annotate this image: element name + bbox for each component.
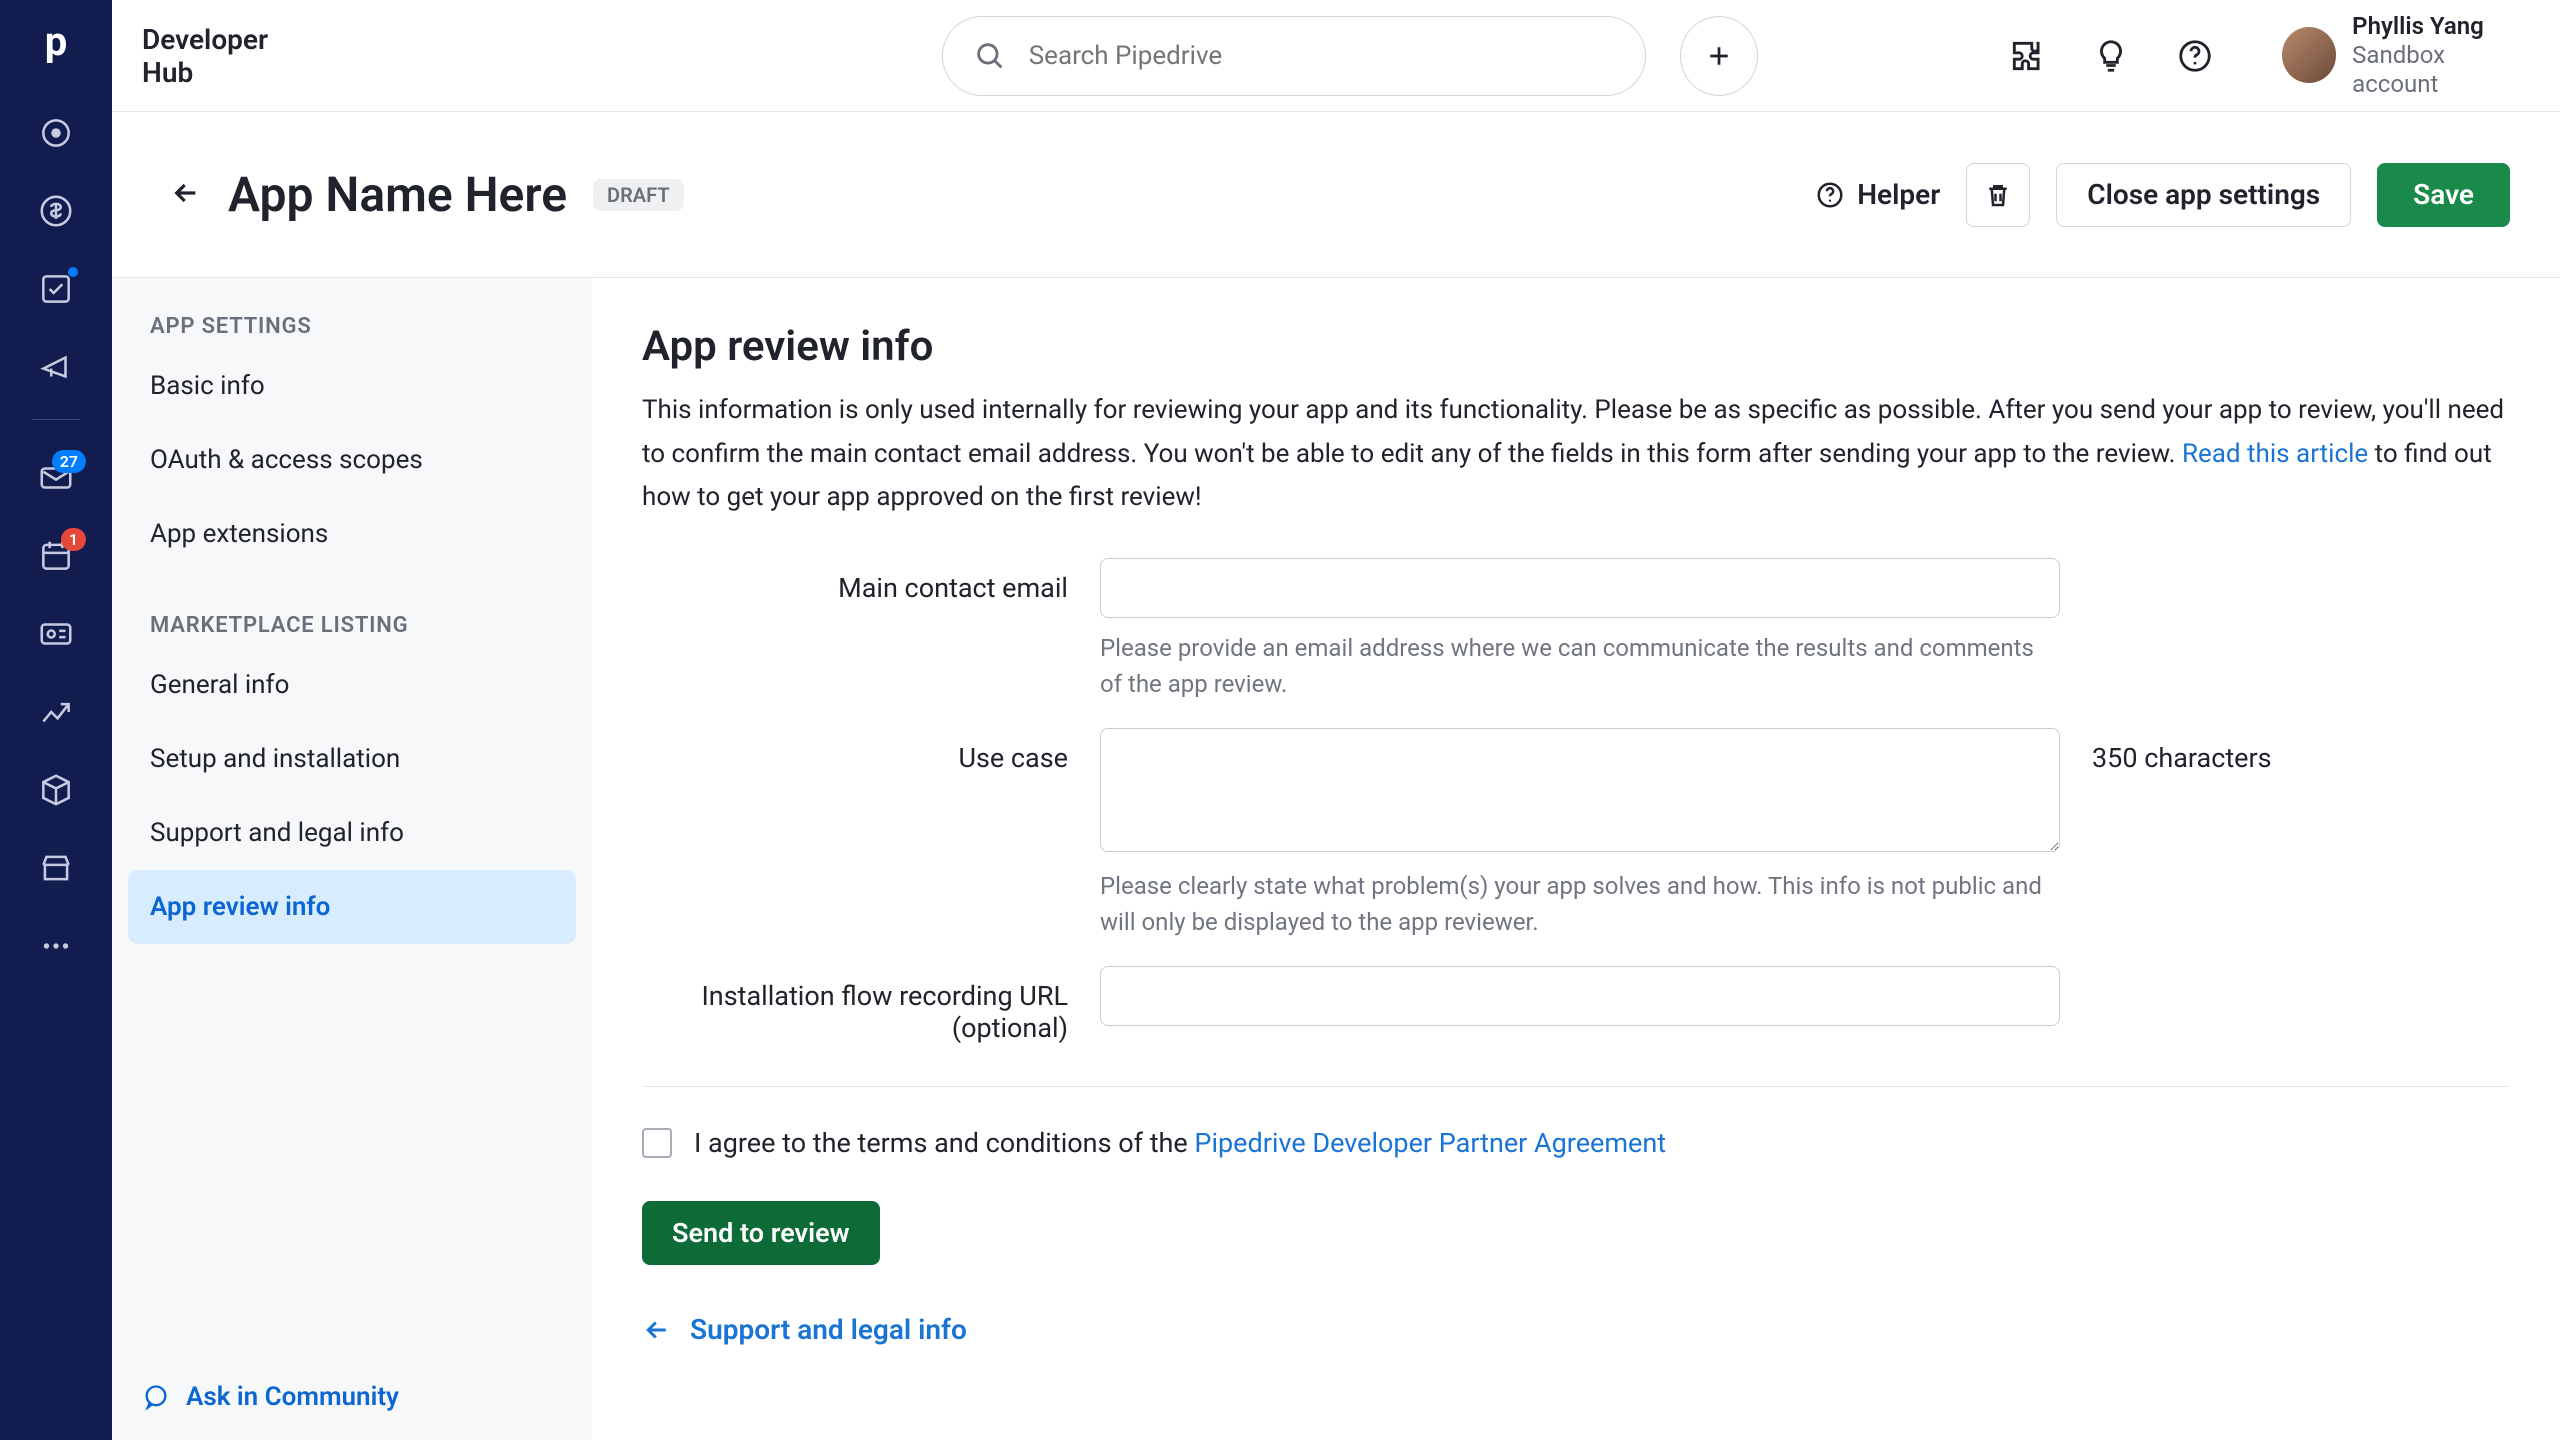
nav-contacts-icon[interactable] xyxy=(36,614,76,654)
user-name: Phyllis Yang xyxy=(2352,12,2532,41)
mail-badge: 27 xyxy=(52,450,86,473)
helper-button[interactable]: Helper xyxy=(1815,178,1940,211)
topbar: Developer Hub Phyllis Yang Sandbox accou… xyxy=(112,0,2560,112)
install-url-input[interactable] xyxy=(1100,966,2060,1026)
ask-community-label: Ask in Community xyxy=(186,1382,399,1412)
nav-campaigns-icon[interactable] xyxy=(36,347,76,387)
nav-mail-icon[interactable]: 27 xyxy=(36,458,76,498)
helper-label: Helper xyxy=(1857,178,1940,211)
nav-deals-icon[interactable] xyxy=(36,191,76,231)
app-title: App Name Here xyxy=(228,166,567,223)
avatar xyxy=(2282,27,2336,83)
sidebar-section-app-settings: APP SETTINGS xyxy=(128,314,576,349)
nav-insights-icon[interactable] xyxy=(36,692,76,732)
sidebar-item-extensions[interactable]: App extensions xyxy=(128,497,576,571)
puzzle-icon[interactable] xyxy=(2008,37,2046,75)
prev-step-link[interactable]: Support and legal info xyxy=(642,1313,2510,1346)
search-icon xyxy=(973,39,1007,73)
bulb-icon[interactable] xyxy=(2092,37,2130,75)
trash-icon xyxy=(1983,180,2013,210)
sidebar-section-marketplace: MARKETPLACE LISTING xyxy=(128,613,576,648)
vertical-nav: p 27 1 xyxy=(0,0,112,1440)
search-box[interactable] xyxy=(942,16,1646,96)
install-url-label: Installation flow recording URL (optiona… xyxy=(642,966,1068,1044)
content-area: App review info This information is only… xyxy=(592,278,2560,1440)
help-icon[interactable] xyxy=(2176,37,2214,75)
usecase-textarea[interactable] xyxy=(1100,728,2060,852)
sidebar-item-app-review[interactable]: App review info xyxy=(128,870,576,944)
nav-more-icon[interactable] xyxy=(36,926,76,966)
search-input[interactable] xyxy=(1029,41,1615,71)
page-description: This information is only used internally… xyxy=(642,389,2510,520)
sidebar-item-basic-info[interactable]: Basic info xyxy=(128,349,576,423)
page-header: App Name Here DRAFT Helper Close app set… xyxy=(112,112,2560,278)
sidebar-item-support-legal[interactable]: Support and legal info xyxy=(128,796,576,870)
terms-row: I agree to the terms and conditions of t… xyxy=(642,1127,2510,1159)
prev-step-label: Support and legal info xyxy=(690,1313,967,1346)
user-menu[interactable]: Phyllis Yang Sandbox account xyxy=(2258,12,2532,98)
nav-marketplace-icon[interactable] xyxy=(36,848,76,888)
read-article-link[interactable]: Read this article xyxy=(2182,439,2368,469)
page-title: App review info xyxy=(642,322,2510,371)
main-region: Developer Hub Phyllis Yang Sandbox accou… xyxy=(112,0,2560,1440)
delete-button[interactable] xyxy=(1966,163,2030,227)
email-help: Please provide an email address where we… xyxy=(1100,630,2060,702)
usecase-counter: 350 characters xyxy=(2092,728,2272,774)
nav-projects-icon[interactable] xyxy=(36,269,76,309)
notification-dot-icon xyxy=(68,267,78,277)
sidebar-item-general-info[interactable]: General info xyxy=(128,648,576,722)
usecase-help: Please clearly state what problem(s) you… xyxy=(1100,868,2060,940)
hub-title: Developer Hub xyxy=(142,23,322,89)
arrow-left-icon xyxy=(642,1315,672,1345)
add-button[interactable] xyxy=(1680,16,1758,96)
calendar-badge: 1 xyxy=(61,528,86,551)
user-role: Sandbox account xyxy=(2352,41,2532,99)
divider xyxy=(642,1086,2510,1087)
settings-sidebar: APP SETTINGS Basic info OAuth & access s… xyxy=(112,278,592,1440)
send-to-review-button[interactable]: Send to review xyxy=(642,1201,880,1265)
top-utility-icons xyxy=(2008,37,2214,75)
terms-link[interactable]: Pipedrive Developer Partner Agreement xyxy=(1194,1127,1666,1159)
logo-icon[interactable]: p xyxy=(45,18,68,65)
email-input[interactable] xyxy=(1100,558,2060,618)
sidebar-item-setup[interactable]: Setup and installation xyxy=(128,722,576,796)
nav-calendar-icon[interactable]: 1 xyxy=(36,536,76,576)
terms-checkbox[interactable] xyxy=(642,1128,672,1158)
ask-community-link[interactable]: Ask in Community xyxy=(142,1382,399,1412)
email-label: Main contact email xyxy=(642,558,1068,604)
sidebar-item-oauth[interactable]: OAuth & access scopes xyxy=(128,423,576,497)
status-badge: DRAFT xyxy=(593,179,684,211)
nav-target-icon[interactable] xyxy=(36,113,76,153)
close-settings-button[interactable]: Close app settings xyxy=(2056,163,2351,227)
arrow-left-icon xyxy=(170,177,202,209)
usecase-label: Use case xyxy=(642,728,1068,774)
nav-products-icon[interactable] xyxy=(36,770,76,810)
save-button[interactable]: Save xyxy=(2377,163,2510,227)
plus-icon xyxy=(1704,41,1734,71)
terms-text: I agree to the terms and conditions of t… xyxy=(694,1127,1194,1159)
help-circle-icon xyxy=(1815,180,1845,210)
back-button[interactable] xyxy=(170,177,202,213)
chat-icon xyxy=(142,1383,170,1411)
nav-separator xyxy=(32,419,80,420)
